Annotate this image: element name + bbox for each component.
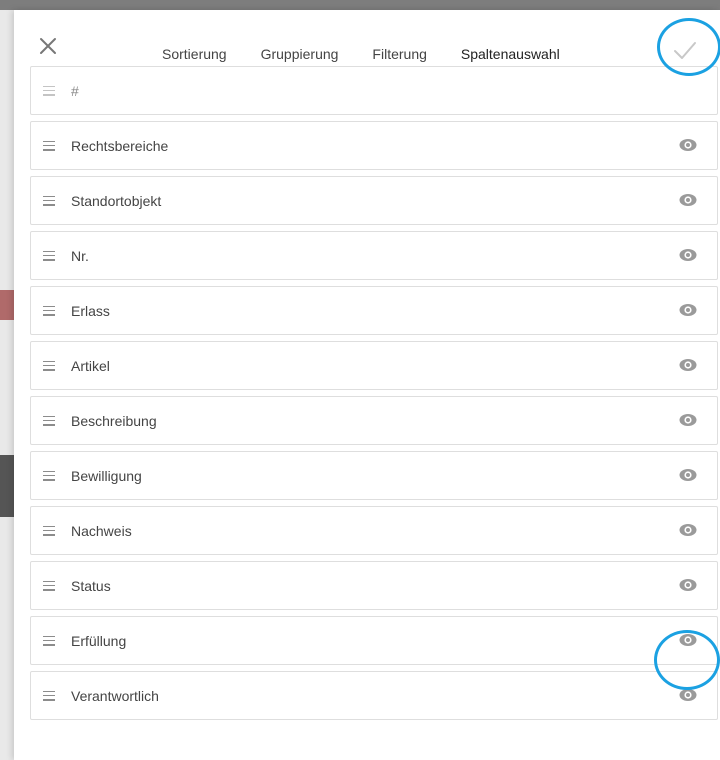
- eye-icon[interactable]: [679, 468, 697, 482]
- column-label: Verantwortlich: [71, 687, 159, 704]
- column-label: Artikel: [71, 357, 110, 374]
- column-label: Erlass: [71, 302, 110, 319]
- eye-icon[interactable]: [679, 303, 697, 317]
- column-row[interactable]: Standortobjekt: [30, 176, 718, 225]
- background-accent: [0, 290, 14, 320]
- eye-icon[interactable]: [679, 248, 697, 262]
- column-label: Nachweis: [71, 522, 132, 539]
- drag-handle-icon[interactable]: [43, 250, 55, 261]
- column-row[interactable]: Artikel: [30, 341, 718, 390]
- column-label: Erfüllung: [71, 632, 127, 649]
- column-row[interactable]: #: [30, 66, 718, 115]
- eye-icon[interactable]: [679, 633, 697, 647]
- column-label: Status: [71, 577, 111, 594]
- column-row[interactable]: Beschreibung: [30, 396, 718, 445]
- drag-handle-icon[interactable]: [43, 360, 55, 371]
- tab-sortierung[interactable]: Sortierung: [162, 46, 227, 68]
- drag-handle-icon[interactable]: [43, 415, 55, 426]
- eye-icon[interactable]: [679, 578, 697, 592]
- column-row[interactable]: Verantwortlich: [30, 671, 718, 720]
- column-label: #: [71, 82, 79, 99]
- eye-icon[interactable]: [679, 358, 697, 372]
- column-row[interactable]: Bewilligung: [30, 451, 718, 500]
- column-label: Standortobjekt: [71, 192, 162, 209]
- column-row[interactable]: Nachweis: [30, 506, 718, 555]
- drag-handle-icon[interactable]: [43, 635, 55, 646]
- eye-icon[interactable]: [679, 138, 697, 152]
- column-row[interactable]: Rechtsbereiche: [30, 121, 718, 170]
- confirm-button[interactable]: [672, 40, 698, 62]
- background-top-bar: [0, 0, 720, 10]
- column-row[interactable]: Erlass: [30, 286, 718, 335]
- eye-icon[interactable]: [679, 523, 697, 537]
- close-icon: [40, 38, 56, 54]
- drag-handle-icon[interactable]: [43, 85, 55, 96]
- column-label: Beschreibung: [71, 412, 157, 429]
- check-icon: [674, 42, 696, 59]
- modal-header: Sortierung Gruppierung Filterung Spalten…: [14, 10, 720, 75]
- drag-handle-icon[interactable]: [43, 305, 55, 316]
- column-row[interactable]: Nr.: [30, 231, 718, 280]
- close-button[interactable]: [38, 36, 58, 56]
- tab-spaltenauswahl[interactable]: Spaltenauswahl: [450, 46, 572, 75]
- drag-handle-icon[interactable]: [43, 470, 55, 481]
- column-row[interactable]: Status: [30, 561, 718, 610]
- drag-handle-icon[interactable]: [43, 195, 55, 206]
- column-label: Rechtsbereiche: [71, 137, 169, 154]
- tab-gruppierung[interactable]: Gruppierung: [261, 46, 339, 68]
- column-label: Nr.: [71, 247, 89, 264]
- drag-handle-icon[interactable]: [43, 690, 55, 701]
- eye-icon[interactable]: [679, 688, 697, 702]
- tab-filterung[interactable]: Filterung: [372, 46, 426, 68]
- column-list: # Rechtsbereiche Standortobjekt Nr. Erla…: [30, 66, 718, 726]
- column-settings-modal: Sortierung Gruppierung Filterung Spalten…: [14, 10, 720, 760]
- drag-handle-icon[interactable]: [43, 525, 55, 536]
- eye-icon[interactable]: [679, 193, 697, 207]
- background-dark-block: [0, 455, 14, 517]
- tab-bar: Sortierung Gruppierung Filterung Spalten…: [162, 46, 594, 75]
- eye-icon[interactable]: [679, 413, 697, 427]
- drag-handle-icon[interactable]: [43, 140, 55, 151]
- column-row[interactable]: Erfüllung: [30, 616, 718, 665]
- drag-handle-icon[interactable]: [43, 580, 55, 591]
- column-label: Bewilligung: [71, 467, 142, 484]
